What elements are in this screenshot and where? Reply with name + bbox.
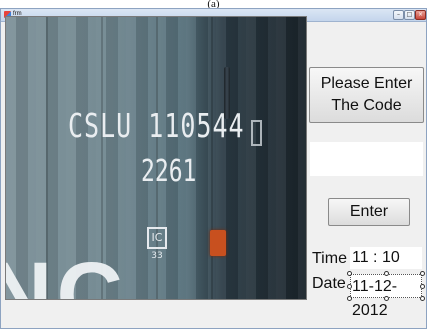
enter-button[interactable]: Enter [328, 198, 410, 226]
date-value[interactable]: 11-12-2012 [350, 274, 422, 319]
gauge-mark: IC [147, 227, 167, 249]
enter-code-prompt-button[interactable]: Please Enter The Code [309, 67, 424, 123]
check-digit-box: 1 [251, 120, 262, 146]
figure-caption: (a) [207, 0, 220, 8]
container-prefix: CSLU [68, 107, 133, 145]
resize-handle[interactable] [420, 296, 425, 301]
resize-handle[interactable] [347, 296, 352, 301]
container-number: 110544 [148, 107, 245, 145]
resize-handle[interactable] [347, 284, 352, 289]
close-button[interactable]: × [415, 10, 426, 20]
maximize-button[interactable]: □ [404, 10, 415, 20]
resize-handle[interactable] [384, 296, 389, 301]
large-painted-letters: NC [6, 244, 127, 300]
resize-handle[interactable] [420, 271, 425, 276]
minimize-button[interactable]: – [393, 10, 404, 20]
type-code-text: 2261 [141, 155, 197, 189]
hazard-label [210, 230, 226, 256]
gauge-sub-text: 33 [151, 251, 163, 261]
container-rib [211, 17, 213, 299]
resize-handle[interactable] [420, 284, 425, 289]
time-value: 11 : 10 [350, 247, 422, 269]
resize-handle[interactable] [384, 271, 389, 276]
code-input[interactable] [309, 141, 424, 177]
resize-handle[interactable] [347, 271, 352, 276]
container-photo: CSLU 110544 1 2261 IC 33 NC [5, 16, 307, 300]
container-code-text: CSLU 110544 [68, 107, 245, 145]
